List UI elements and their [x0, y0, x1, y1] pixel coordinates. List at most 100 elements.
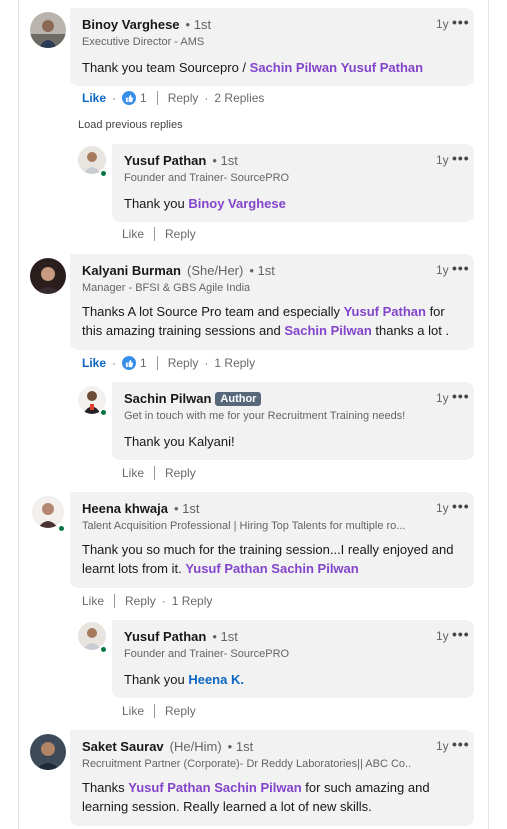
mention-link[interactable]: Sachin Pilwan [284, 323, 371, 338]
author-name[interactable]: Yusuf Pathan [124, 629, 206, 644]
reply-author-line: Yusuf Pathan • 1st [124, 629, 238, 644]
author-name[interactable]: Sachin Pilwan [124, 391, 211, 406]
avatar-binoy[interactable] [30, 12, 66, 48]
author-name[interactable]: Saket Saurav [82, 739, 164, 754]
online-status-icon [99, 408, 108, 417]
text-fragment: learnt lots from it. [82, 561, 186, 576]
reply-text-prefix: Thank you [124, 196, 189, 211]
reply-bubble: Sachin Pilwan Author Get in touch with me… [112, 382, 474, 460]
reply-time: 1y [436, 153, 449, 167]
online-status-icon [99, 169, 108, 178]
like-button[interactable]: Like [122, 466, 144, 480]
load-previous-replies[interactable]: Load previous replies [78, 119, 183, 131]
avatar-saket[interactable] [30, 734, 66, 770]
text-fragment: thanks a lot . [371, 323, 450, 338]
comment-text-line: learning session. Really learned a lot o… [82, 799, 372, 814]
separator: · [204, 91, 209, 105]
mention-link[interactable]: Sachin Pilwan [250, 60, 337, 75]
connection-degree: • 1st [227, 739, 254, 754]
connection-degree: • 1st [185, 17, 212, 32]
more-options-icon[interactable]: ••• [452, 260, 470, 276]
comment-bubble: Kalyani Burman (She/Her) • 1st Manager - B… [70, 254, 474, 350]
divider [156, 91, 158, 105]
author-name[interactable]: Yusuf Pathan [124, 153, 206, 168]
author-pronouns: (He/Him) [169, 739, 222, 754]
more-options-icon[interactable]: ••• [452, 14, 470, 30]
reply-button[interactable]: Reply [168, 91, 199, 105]
divider [114, 594, 116, 608]
author-headline: Founder and Trainer- SourcePRO [124, 648, 290, 660]
reply-button[interactable]: Reply [168, 356, 199, 370]
comment-text: Thanks Yusuf Pathan Sachin Pilwan for su… [82, 778, 430, 816]
more-options-icon[interactable]: ••• [452, 150, 470, 166]
reply-button[interactable]: Reply [165, 466, 196, 480]
comment-time: 1y [436, 739, 449, 753]
reply-text-prefix: Thank you [124, 672, 189, 687]
text-fragment: this amazing training sessions and [82, 323, 285, 338]
like-button[interactable]: Like [122, 704, 144, 718]
separator: · [112, 356, 117, 370]
reply-button[interactable]: Reply [165, 227, 196, 241]
comment-text-line: Thanks Yusuf Pathan Sachin Pilwan for su… [82, 778, 430, 797]
mention-link[interactable]: Yusuf Pathan [344, 304, 426, 319]
reply-text: Thank you Binoy Varghese [124, 194, 286, 213]
comment-time: 1y [436, 17, 449, 31]
reply-text: Thank you Kalyani! [124, 434, 235, 449]
mention-link[interactable]: Heena K. [188, 672, 244, 687]
author-name[interactable]: Heena khwaja [82, 501, 168, 516]
divider [154, 704, 156, 718]
reaction-count[interactable]: 1 [140, 91, 147, 105]
mention-link[interactable]: Sachin Pilwan [271, 561, 358, 576]
comment-text-line: Thanks A lot Source Pro team and especia… [82, 302, 449, 321]
replies-count[interactable]: 2 Replies [214, 91, 264, 105]
like-button[interactable]: Like [82, 356, 106, 370]
text-fragment: Thanks A lot Source Pro team and especia… [82, 304, 344, 319]
comment-author-line: Saket Saurav (He/Him) • 1st [82, 739, 253, 754]
like-reaction-icon[interactable] [122, 91, 137, 105]
comment-text: Thank you so much for the training sessi… [82, 540, 453, 578]
mention-link[interactable]: Binoy Varghese [188, 196, 286, 211]
more-options-icon[interactable]: ••• [452, 498, 470, 514]
reply-actions: Like Reply [122, 227, 196, 241]
like-button[interactable]: Like [82, 91, 106, 105]
comment-author-line: Binoy Varghese • 1st [82, 17, 211, 32]
author-name[interactable]: Kalyani Burman [82, 263, 181, 278]
author-name[interactable]: Binoy Varghese [82, 17, 180, 32]
comment-actions: Like · 1 Reply · 1 Reply [82, 356, 255, 370]
comment-time: 1y [436, 263, 449, 277]
reply-author-line: Yusuf Pathan • 1st [124, 153, 238, 168]
comment-author-line: Kalyani Burman (She/Her) • 1st [82, 263, 275, 278]
connection-degree: • 1st [174, 501, 200, 516]
divider [156, 356, 158, 370]
separator: · [112, 91, 117, 105]
comment-author-line: Heena khwaja • 1st [82, 501, 200, 516]
like-reaction-icon[interactable] [122, 356, 137, 370]
replies-count[interactable]: 1 Reply [214, 356, 255, 370]
more-options-icon[interactable]: ••• [452, 626, 470, 642]
divider [154, 227, 156, 241]
reply-button[interactable]: Reply [125, 594, 156, 608]
avatar-kalyani[interactable] [30, 258, 66, 294]
mention-link[interactable]: Yusuf Pathan [128, 780, 210, 795]
like-button[interactable]: Like [122, 227, 144, 241]
reply-time: 1y [436, 391, 449, 405]
reply-button[interactable]: Reply [165, 704, 196, 718]
avatar-heena[interactable] [32, 496, 64, 528]
reaction-count[interactable]: 1 [140, 356, 147, 370]
connection-degree: • 1st [212, 153, 238, 168]
online-status-icon [57, 524, 66, 533]
mention-link[interactable]: Sachin Pilwan [214, 780, 301, 795]
mention-link[interactable]: Yusuf Pathan [341, 60, 423, 75]
reply-author-line: Sachin Pilwan Author [124, 391, 262, 406]
replies-count[interactable]: 1 Reply [172, 594, 213, 608]
reply-text: Thank you Heena K. [124, 670, 244, 689]
author-headline: Get in touch with me for your Recruitmen… [124, 410, 406, 422]
more-options-icon[interactable]: ••• [452, 388, 470, 404]
reply-time: 1y [436, 629, 449, 643]
more-options-icon[interactable]: ••• [452, 736, 470, 752]
comment-text-line: this amazing training sessions and Sachi… [82, 321, 449, 340]
like-button[interactable]: Like [82, 594, 104, 608]
connection-degree: • 1st [212, 629, 238, 644]
mention-link[interactable]: Yusuf Pathan [185, 561, 267, 576]
comment-actions: Like · 1 Reply · 2 Replies [82, 91, 264, 105]
